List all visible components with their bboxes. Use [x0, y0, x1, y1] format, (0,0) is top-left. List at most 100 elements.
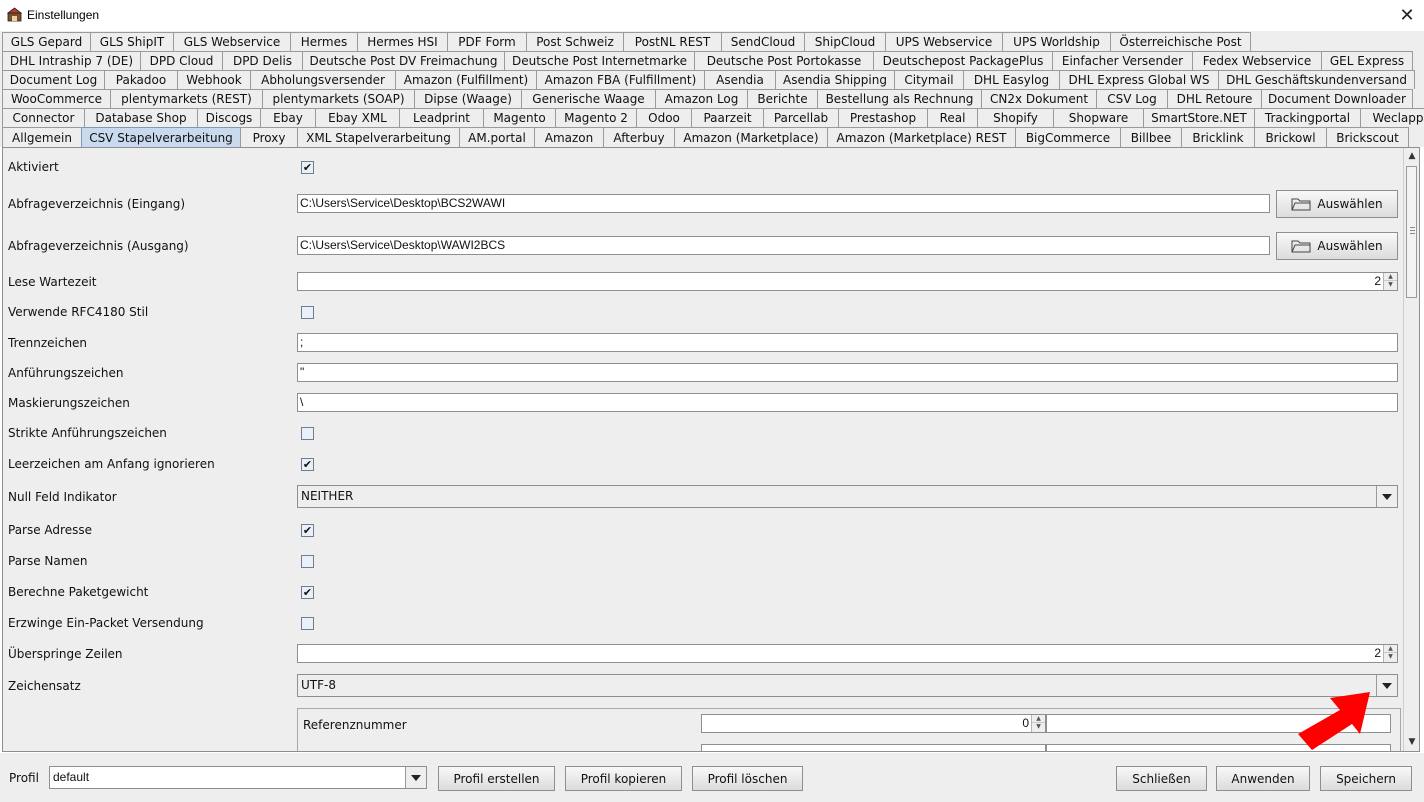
- tab-document-downloader[interactable]: Document Downloader: [1261, 89, 1413, 108]
- tab-dp-dv-freimachung[interactable]: Deutsche Post DV Freimachung: [302, 51, 505, 70]
- parse-adresse-checkbox[interactable]: ✔: [301, 524, 314, 537]
- zeichensatz-select[interactable]: UTF-8: [297, 674, 1398, 697]
- rfc4180-checkbox[interactable]: [301, 306, 314, 319]
- tab-citymail[interactable]: Citymail: [894, 70, 964, 89]
- tab-smartstore[interactable]: SmartStore.NET: [1143, 108, 1255, 127]
- tab-gls-shipit[interactable]: GLS ShipIT: [90, 32, 174, 51]
- tab-dp-portokasse[interactable]: Deutsche Post Portokasse: [694, 51, 874, 70]
- tab-shipcloud[interactable]: ShipCloud: [804, 32, 886, 51]
- scroll-down-icon[interactable]: ▼: [1404, 734, 1419, 750]
- tab-pdf-form[interactable]: PDF Form: [447, 32, 527, 51]
- referenznummer-spinner[interactable]: 0 ▲ ▼: [701, 714, 1046, 733]
- profil-erstellen-button[interactable]: Profil erstellen: [438, 766, 555, 791]
- tab-xml-stapelverarbeitung[interactable]: XML Stapelverarbeitung: [297, 127, 460, 147]
- lese-wartezeit-spinner[interactable]: 2 ▲ ▼: [297, 272, 1398, 291]
- tab-pakadoo[interactable]: Pakadoo: [104, 70, 178, 89]
- tab-prestashop[interactable]: Prestashop: [838, 108, 928, 127]
- tab-amazon-log[interactable]: Amazon Log: [655, 89, 748, 108]
- tab-amazon-marketplace[interactable]: Amazon (Marketplace): [674, 127, 828, 147]
- null-feld-select[interactable]: NEITHER: [297, 485, 1398, 508]
- tab-parcellab[interactable]: Parcellab: [763, 108, 839, 127]
- profil-kopieren-button[interactable]: Profil kopieren: [565, 766, 682, 791]
- tab-berichte[interactable]: Berichte: [747, 89, 818, 108]
- tab-dhl-intraship[interactable]: DHL Intraship 7 (DE): [2, 51, 141, 70]
- tab-shopify[interactable]: Shopify: [977, 108, 1054, 127]
- tab-amazon-fulfillment[interactable]: Amazon (Fulfillment): [395, 70, 537, 89]
- tab-amazon[interactable]: Amazon: [534, 127, 604, 147]
- profil-select[interactable]: default: [49, 766, 427, 789]
- tab-allgemein[interactable]: Allgemein: [2, 127, 82, 147]
- tab-paarzeit[interactable]: Paarzeit: [691, 108, 764, 127]
- ein-packet-checkbox[interactable]: [301, 617, 314, 630]
- tab-dhl-retoure[interactable]: DHL Retoure: [1167, 89, 1262, 108]
- chevron-down-icon[interactable]: [1376, 675, 1397, 696]
- tab-dhl-express-global[interactable]: DHL Express Global WS: [1059, 70, 1219, 89]
- tab-discogs[interactable]: Discogs: [197, 108, 261, 127]
- tab-bigcommerce[interactable]: BigCommerce: [1015, 127, 1121, 147]
- tab-dhl-easylog[interactable]: DHL Easylog: [963, 70, 1060, 89]
- scrollbar-thumb[interactable]: [1406, 166, 1417, 298]
- tab-dipse-waage[interactable]: Dipse (Waage): [414, 89, 522, 108]
- tab-gls-gepard[interactable]: GLS Gepard: [2, 32, 91, 51]
- tab-amportal[interactable]: AM.portal: [459, 127, 535, 147]
- tab-afterbuy[interactable]: Afterbuy: [603, 127, 675, 147]
- tab-hermes[interactable]: Hermes: [290, 32, 358, 51]
- tab-sendcloud[interactable]: SendCloud: [721, 32, 805, 51]
- tab-oesterreichische-post[interactable]: Österreichische Post: [1110, 32, 1251, 51]
- tab-billbee[interactable]: Billbee: [1120, 127, 1182, 147]
- tab-amazon-fba[interactable]: Amazon FBA (Fulfillment): [536, 70, 705, 89]
- tab-dp-packageplus[interactable]: Deutschepost PackagePlus: [873, 51, 1053, 70]
- tab-dpd-cloud[interactable]: DPD Cloud: [140, 51, 223, 70]
- tab-fedex-webservice[interactable]: Fedex Webservice: [1192, 51, 1322, 70]
- schliessen-button[interactable]: Schließen: [1116, 766, 1207, 791]
- spin-up-icon[interactable]: ▲: [1384, 273, 1397, 281]
- maskierungszeichen-input[interactable]: \: [297, 393, 1398, 412]
- tab-database-shop[interactable]: Database Shop: [84, 108, 198, 127]
- tab-cn2x-dokument[interactable]: CN2x Dokument: [981, 89, 1097, 108]
- eingang-input[interactable]: C:\Users\Service\Desktop\BCS2WAWI: [297, 194, 1270, 213]
- paketgewicht-checkbox[interactable]: ✔: [301, 586, 314, 599]
- next-row-spinner[interactable]: [701, 744, 1046, 751]
- tab-dp-internetmarke[interactable]: Deutsche Post Internetmarke: [504, 51, 695, 70]
- tab-einfacher-versender[interactable]: Einfacher Versender: [1052, 51, 1193, 70]
- spin-up-icon[interactable]: ▲: [1032, 715, 1045, 723]
- tab-plentymarkets-soap[interactable]: plentymarkets (SOAP): [262, 89, 415, 108]
- ausgang-input[interactable]: C:\Users\Service\Desktop\WAWI2BCS: [297, 236, 1270, 255]
- leerzeichen-checkbox[interactable]: ✔: [301, 458, 314, 471]
- tab-real[interactable]: Real: [927, 108, 978, 127]
- tab-ebay[interactable]: Ebay: [260, 108, 316, 127]
- tab-odoo[interactable]: Odoo: [636, 108, 692, 127]
- tab-asendia-shipping[interactable]: Asendia Shipping: [775, 70, 895, 89]
- ueberspringe-spinner[interactable]: 2 ▲ ▼: [297, 644, 1398, 663]
- tab-postnl-rest[interactable]: PostNL REST: [623, 32, 722, 51]
- scroll-up-icon[interactable]: ▲: [1404, 148, 1419, 164]
- speichern-button[interactable]: Speichern: [1320, 766, 1412, 791]
- anwenden-button[interactable]: Anwenden: [1216, 766, 1310, 791]
- tab-ups-worldship[interactable]: UPS Worldship: [1002, 32, 1111, 51]
- tab-abholungsversender[interactable]: Abholungsversender: [250, 70, 396, 89]
- spin-up-icon[interactable]: ▲: [1384, 645, 1397, 653]
- tab-post-schweiz[interactable]: Post Schweiz: [526, 32, 624, 51]
- chevron-down-icon[interactable]: [1376, 486, 1397, 507]
- tab-gls-webservice[interactable]: GLS Webservice: [173, 32, 291, 51]
- spin-down-icon[interactable]: ▼: [1384, 653, 1397, 661]
- tab-leadprint[interactable]: Leadprint: [399, 108, 484, 127]
- tab-connector[interactable]: Connector: [2, 108, 85, 127]
- tab-ebay-xml[interactable]: Ebay XML: [315, 108, 400, 127]
- tab-csv-stapelverarbeitung[interactable]: CSV Stapelverarbeitung: [81, 127, 241, 147]
- tab-shopware[interactable]: Shopware: [1053, 108, 1144, 127]
- tab-document-log[interactable]: Document Log: [2, 70, 105, 89]
- spin-down-icon[interactable]: ▼: [1032, 723, 1045, 731]
- tab-hermes-hsi[interactable]: Hermes HSI: [357, 32, 448, 51]
- aktiviert-checkbox[interactable]: ✔: [301, 161, 314, 174]
- chevron-down-icon[interactable]: [405, 767, 426, 788]
- tab-magento[interactable]: Magento: [483, 108, 556, 127]
- tab-magento-2[interactable]: Magento 2: [555, 108, 637, 127]
- tab-brickowl[interactable]: Brickowl: [1254, 127, 1327, 147]
- tab-generische-waage[interactable]: Generische Waage: [521, 89, 656, 108]
- anfuehrungszeichen-input[interactable]: ": [297, 363, 1398, 382]
- tab-plentymarkets-rest[interactable]: plentymarkets (REST): [110, 89, 263, 108]
- tab-bricklink[interactable]: Bricklink: [1181, 127, 1255, 147]
- vertical-scrollbar[interactable]: ▲ ▼: [1403, 148, 1419, 751]
- tab-dpd-delis[interactable]: DPD Delis: [222, 51, 303, 70]
